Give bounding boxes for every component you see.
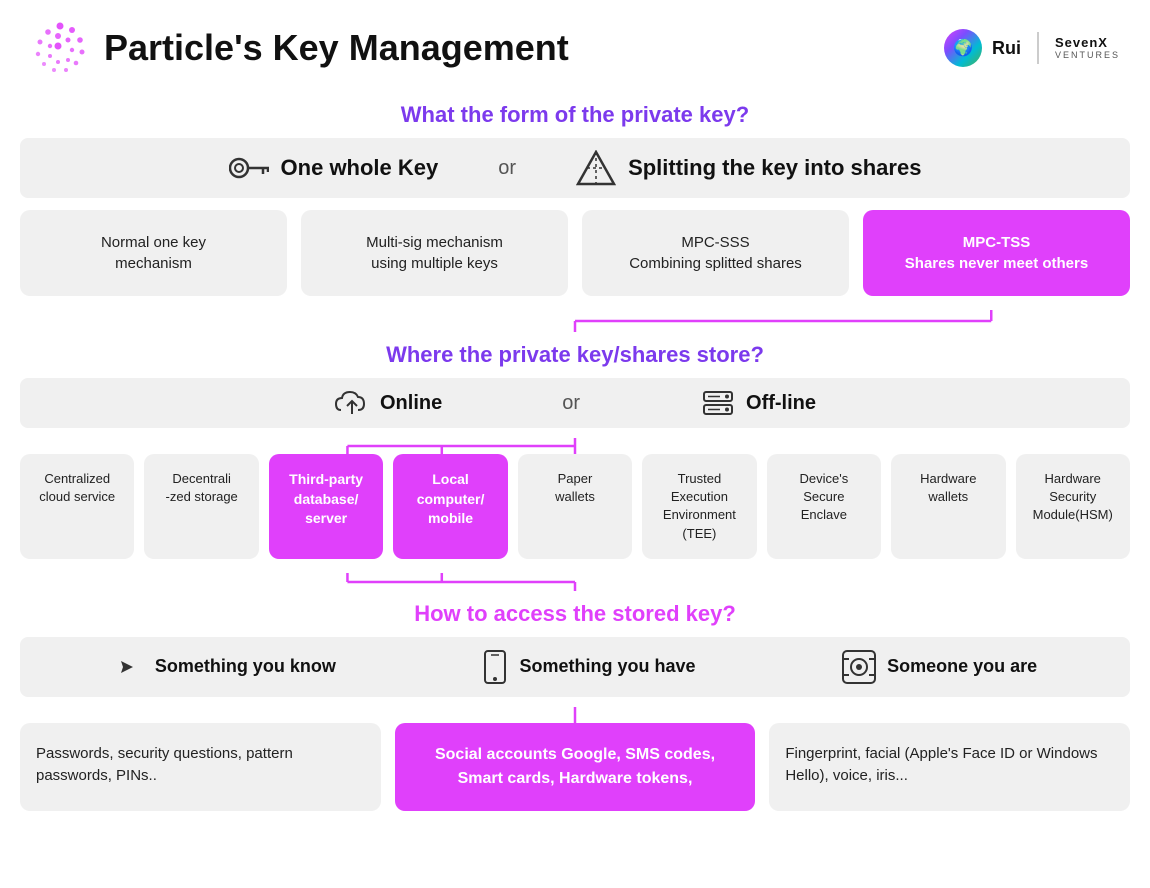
auth-label-2: Someone you are: [887, 656, 1037, 677]
auth-label-1: Something you have: [519, 656, 695, 677]
whole-key-label: One whole Key: [281, 155, 439, 181]
online-offline-row: Online or Off-line: [20, 378, 1130, 428]
storage-card-5: TrustedExecutionEnvironment(TEE): [642, 454, 756, 559]
connector-svg-storage: [20, 438, 1130, 454]
connector-svg-1: [20, 310, 1130, 332]
mech-card-3: MPC-TSSShares never meet others: [863, 210, 1130, 296]
page-title: Particle's Key Management: [104, 27, 569, 69]
mechanism-row: Normal one keymechanism Multi-sig mechan…: [20, 210, 1130, 296]
bottom-row: Passwords, security questions, pattern p…: [20, 723, 1130, 811]
connector-1: [20, 310, 1130, 332]
bottom-label-2: Fingerprint, facial (Apple's Face ID or …: [785, 745, 1097, 785]
storage-card-6: Device'sSecureEnclave: [767, 454, 881, 559]
online-label: Online: [380, 392, 442, 415]
storage-card-3: Localcomputer/mobile: [393, 454, 507, 559]
mech-label-2: MPC-SSSCombining splitted shares: [629, 234, 802, 272]
header: Particle's Key Management 🌍 Rui SevenX V…: [0, 0, 1150, 88]
bottom-card-2: Fingerprint, facial (Apple's Face ID or …: [769, 723, 1130, 811]
online-item: Online: [334, 388, 442, 418]
split-key-label: Splitting the key into shares: [628, 155, 921, 181]
split-icon: [576, 150, 616, 186]
bottom-label-0: Passwords, security questions, pattern p…: [36, 745, 293, 785]
auth-item-2: Someone you are: [841, 649, 1037, 685]
phone-icon: [481, 649, 509, 685]
know-icon: [113, 651, 145, 683]
storage-card-1: Decentrali-zed storage: [144, 454, 258, 559]
auth-label-0: Something you know: [155, 656, 336, 677]
section2-heading: Where the private key/shares store?: [20, 342, 1130, 368]
connector-auth: [20, 707, 1130, 723]
sevenx-name: SevenX: [1055, 36, 1120, 50]
storage-card-8: HardwareSecurityModule(HSM): [1016, 454, 1130, 559]
offline-item: Off-line: [700, 388, 816, 418]
header-left: Particle's Key Management: [30, 18, 569, 78]
storage-label-0: Centralizedcloud service: [39, 471, 115, 504]
storage-card-2: Third-partydatabase/server: [269, 454, 383, 559]
bottom-card-0: Passwords, security questions, pattern p…: [20, 723, 381, 811]
storage-card-4: Paperwallets: [518, 454, 632, 559]
connector-svg-storage-b: [20, 573, 1130, 591]
storage-label-8: HardwareSecurityModule(HSM): [1033, 471, 1113, 522]
sevenx-logo-block: SevenX VENTURES: [1055, 36, 1120, 60]
rui-label: Rui: [992, 38, 1021, 59]
key-icon: [229, 152, 269, 184]
main-content: What the form of the private key? One wh…: [0, 102, 1150, 831]
bottom-label-1: Social accounts Google, SMS codes,Smart …: [435, 746, 715, 787]
storage-row: Centralizedcloud service Decentrali-zed …: [20, 454, 1130, 559]
sevenx-ventures: VENTURES: [1055, 50, 1120, 60]
auth-row: Something you know Something you have So…: [20, 637, 1130, 697]
mech-card-1: Multi-sig mechanismusing multiple keys: [301, 210, 568, 296]
auth-item-1: Something you have: [481, 649, 695, 685]
connector-storage-top: [20, 438, 1130, 454]
header-right: 🌍 Rui SevenX VENTURES: [944, 29, 1120, 67]
mech-card-0: Normal one keymechanism: [20, 210, 287, 296]
whole-key-item: One whole Key: [229, 152, 439, 184]
offline-label: Off-line: [746, 392, 816, 415]
avatar: 🌍: [944, 29, 982, 67]
mech-label-3: MPC-TSSShares never meet others: [905, 234, 1088, 272]
auth-item-0: Something you know: [113, 651, 336, 683]
storage-label-4: Paperwallets: [555, 471, 595, 504]
connector-storage-bottom: [20, 573, 1130, 591]
particle-logo-icon: [30, 18, 90, 78]
storage-label-6: Device'sSecureEnclave: [799, 471, 848, 522]
storage-label-1: Decentrali-zed storage: [166, 471, 238, 504]
storage-card-7: Hardwarewallets: [891, 454, 1005, 559]
storage-label-7: Hardwarewallets: [920, 471, 976, 504]
storage-label-2: Third-partydatabase/server: [289, 471, 363, 526]
connector-svg-auth: [20, 707, 1130, 723]
header-divider: [1037, 32, 1039, 64]
storage-card-0: Centralizedcloud service: [20, 454, 134, 559]
mech-label-0: Normal one keymechanism: [101, 234, 206, 272]
section3-heading: How to access the stored key?: [20, 601, 1130, 627]
or-label-2: or: [562, 392, 580, 415]
section1-heading: What the form of the private key?: [20, 102, 1130, 128]
storage-section: Centralizedcloud service Decentrali-zed …: [20, 438, 1130, 591]
key-form-row: One whole Key or Splitting the key into …: [20, 138, 1130, 198]
mech-card-2: MPC-SSSCombining splitted shares: [582, 210, 849, 296]
split-key-item: Splitting the key into shares: [576, 150, 921, 186]
storage-label-5: TrustedExecutionEnvironment(TEE): [663, 471, 736, 541]
bottom-card-1: Social accounts Google, SMS codes,Smart …: [395, 723, 756, 811]
mech-label-1: Multi-sig mechanismusing multiple keys: [366, 234, 503, 272]
biometric-icon: [841, 649, 877, 685]
offline-icon: [700, 388, 736, 418]
or-label-1: or: [498, 157, 516, 180]
online-icon: [334, 388, 370, 418]
storage-label-3: Localcomputer/mobile: [417, 471, 485, 526]
